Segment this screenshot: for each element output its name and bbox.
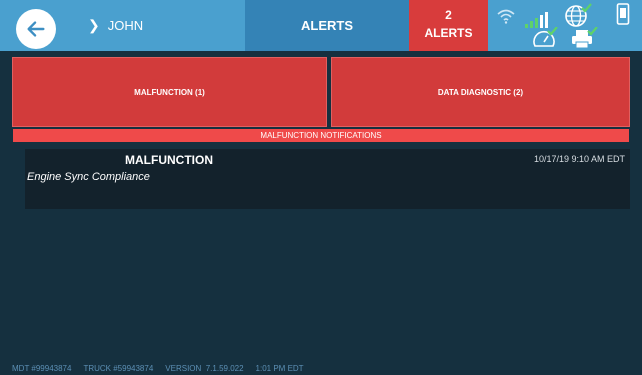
globe-icon: [565, 3, 592, 27]
section-title: MALFUNCTION NOTIFICATIONS: [260, 131, 382, 140]
notification-item[interactable]: MALFUNCTION Engine Sync Compliance 10/17…: [25, 149, 630, 209]
mdt-number: MDT #99943874: [12, 363, 72, 373]
truck-number: TRUCK #59943874: [83, 363, 154, 373]
data-diagnostic-button[interactable]: DATA DIAGNOSTIC (2): [331, 57, 630, 127]
notification-timestamp: 10/17/19 9:10 AM EDT: [533, 154, 625, 164]
back-button[interactable]: [16, 9, 56, 49]
gauge-icon: [533, 27, 558, 47]
breadcrumb-driver-name: JOHN: [107, 18, 144, 33]
alert-count-number: 2: [445, 7, 452, 22]
malfunction-button-label: MALFUNCTION (1): [134, 87, 205, 97]
wifi-icon: [497, 9, 515, 24]
breadcrumb[interactable]: ❯ JOHN: [88, 0, 143, 51]
alert-count-badge[interactable]: 2 ALERTS: [409, 0, 488, 51]
tab-alerts[interactable]: ALERTS: [245, 0, 409, 51]
status-icons: [488, 0, 642, 51]
chevron-right-icon: ❯: [88, 17, 100, 33]
section-header: MALFUNCTION NOTIFICATIONS: [13, 129, 629, 142]
notification-description: Engine Sync Compliance: [27, 171, 150, 183]
data-diagnostic-button-label: DATA DIAGNOSTIC (2): [437, 87, 524, 97]
alert-count-label: ALERTS: [424, 25, 473, 40]
arrow-left-icon: [27, 21, 45, 37]
top-bar: ❯ JOHN ALERTS 2 ALERTS: [0, 0, 642, 51]
status-footer: MDT #99943874 TRUCK #59943874 VERSION 7.…: [0, 361, 642, 375]
current-time: 1:01 PM EDT: [255, 363, 304, 373]
malfunction-button[interactable]: MALFUNCTION (1): [12, 57, 327, 127]
alert-category-buttons: MALFUNCTION (1) DATA DIAGNOSTIC (2): [12, 57, 630, 127]
signal-bars-icon: [525, 12, 548, 28]
phone-icon: [616, 3, 630, 25]
page-title: ALERTS: [301, 18, 353, 33]
notification-title: MALFUNCTION: [125, 153, 213, 167]
app-version: VERSION 7.1.59.022: [165, 363, 244, 373]
printer-icon: [572, 27, 598, 49]
